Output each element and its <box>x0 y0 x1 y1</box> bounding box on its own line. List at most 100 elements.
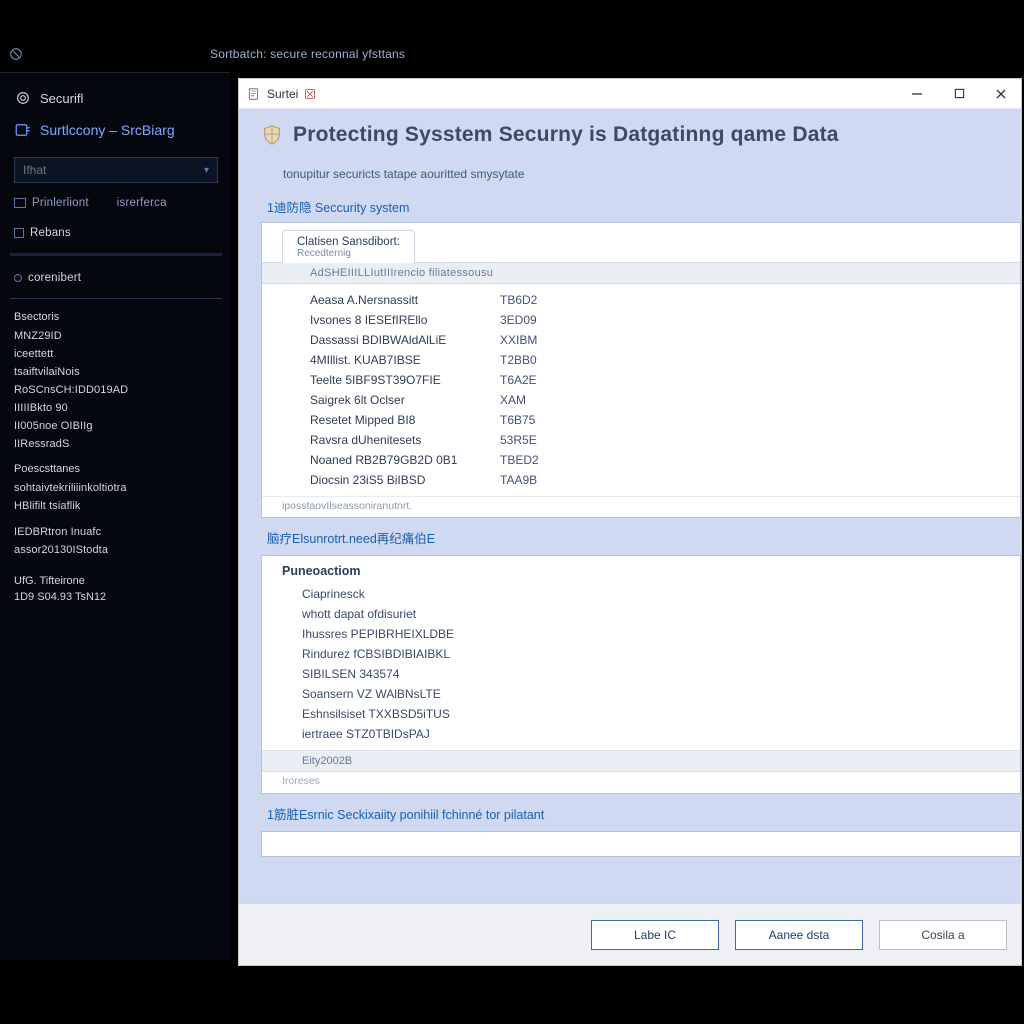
grid-header: AdSHEIIILLIutIIIrencio filiatessousu <box>262 262 1020 284</box>
row-value: XAM <box>500 393 526 407</box>
detail-line: Ciaprinesck <box>302 584 1010 604</box>
window-title: Surtei <box>267 87 298 101</box>
sidebar-meta-b: 1D9 S04.93 TsN12 <box>14 589 218 605</box>
sidebar-item-1-label: Rebans <box>30 227 71 239</box>
sidebar-item-2-label: corenibert <box>28 272 81 284</box>
grid-body: Aeasa A.NersnassittTB6D2Ivsones 8 IESEfI… <box>262 284 1020 496</box>
sidebar-group-a-head: Bsectoris <box>14 311 218 323</box>
section-2-head: Puneoactiom <box>262 556 1020 582</box>
sidebar-category[interactable]: Surtlccony – SrcBiarg <box>14 113 218 149</box>
section-1-footnote: iposstaovIlseassoniranutnrt. <box>262 496 1020 517</box>
table-row: Saigrek 6lt OclserXAM <box>310 390 1010 410</box>
sidebar-list-item[interactable]: IEDBRtron Inuafc <box>14 523 218 541</box>
table-row: Ravsra dUhenitesets53R5E <box>310 430 1010 450</box>
row-value: TBED2 <box>500 453 539 467</box>
category-icon <box>14 121 32 139</box>
sidebar-meta-a: UfG. Tifteirone <box>14 573 218 589</box>
table-row: Aeasa A.NersnassittTB6D2 <box>310 290 1010 310</box>
button-a-label: Labe IC <box>634 928 676 942</box>
window-icon <box>247 87 261 101</box>
button-b[interactable]: Aanee dsta <box>735 920 863 950</box>
shield-icon <box>14 89 32 107</box>
sidebar-list-item[interactable]: II005noe OIBIIg <box>14 417 218 435</box>
row-value: 53R5E <box>500 433 537 447</box>
tab-label: Clatisen Sansdibort: <box>297 236 400 248</box>
sidebar-list-item[interactable]: HBlifilt tsiaflik <box>14 497 218 515</box>
table-row: Diocsin 23iS5 BiIBSDTAA9B <box>310 470 1010 490</box>
sidebar-list-item[interactable]: assor20130IStodta <box>14 541 218 559</box>
section-3-link[interactable]: 1筋脏Esrnic Seckixaiity ponihiil fchinné t… <box>267 804 1021 823</box>
row-key: Dassassi BDIBWAldAlLiE <box>310 333 500 347</box>
app-header: Sortbatch: secure reconnal yfsttans <box>0 40 1024 68</box>
close-button[interactable] <box>989 84 1013 104</box>
sidebar-meta: UfG. Tifteirone 1D9 S04.93 TsN12 <box>14 573 218 605</box>
sidebar-search[interactable]: ▾ <box>14 157 218 183</box>
content-area: Protecting Sysstem Securny is Datgatinng… <box>239 109 1021 965</box>
node-icon <box>14 274 22 282</box>
list-icon <box>14 198 26 208</box>
sidebar-list-item[interactable]: sohtaivtekriliiinkoltiotra <box>14 479 218 497</box>
sidebar-separator-2 <box>10 298 222 299</box>
detail-line: Soansern VZ WAlBNsLTE <box>302 684 1010 704</box>
row-key: Teelte 5IBF9ST39O7FIE <box>310 373 500 387</box>
button-b-label: Aanee dsta <box>769 928 830 942</box>
table-row: Resetet Mipped BI8T6B75 <box>310 410 1010 430</box>
sidebar-link-a[interactable]: Prinlerliont <box>14 193 89 213</box>
app-header-title: Sortbatch: secure reconnal yfsttans <box>210 47 405 61</box>
chevron-down-icon[interactable]: ▾ <box>204 165 209 176</box>
sidebar-list-item[interactable]: IIRessradS <box>14 435 218 453</box>
row-key: Resetet Mipped BI8 <box>310 413 500 427</box>
sidebar-link-b[interactable]: isrerferca <box>117 193 167 213</box>
search-input[interactable] <box>23 163 163 177</box>
sidebar-link-a-label: Prinlerliont <box>32 197 89 209</box>
table-row: Ivsones 8 IESEfIREllo3ED09 <box>310 310 1010 330</box>
row-value: TAA9B <box>500 473 537 487</box>
row-value: TB6D2 <box>500 293 537 307</box>
table-row: Noaned RB2B79GB2D 0B1TBED2 <box>310 450 1010 470</box>
detail-line: iertraee STZ0TBIDsPAJ <box>302 724 1010 744</box>
table-row: Dassassi BDIBWAldAlLiEXXIBM <box>310 330 1010 350</box>
sidebar-list-item[interactable]: RoSCnsCH:IDD019AD <box>14 381 218 399</box>
row-key: 4MIllist. KUAB7IBSE <box>310 353 500 367</box>
maximize-button[interactable] <box>947 84 971 104</box>
detail-line: SIBILSEN 343574 <box>302 664 1010 684</box>
detail-line: Ihussres PEPIBRHEIXLDBE <box>302 624 1010 644</box>
app-icon <box>8 46 24 62</box>
page-title: Protecting Sysstem Securny is Datgatinng… <box>293 123 839 147</box>
row-key: Diocsin 23iS5 BiIBSD <box>310 473 500 487</box>
sidebar-group-b-head: Poescsttanes <box>14 463 218 475</box>
row-key: Noaned RB2B79GB2D 0B1 <box>310 453 500 467</box>
button-a[interactable]: Labe IC <box>591 920 719 950</box>
security-shield-icon <box>261 124 283 146</box>
sidebar-top-label: Securifl <box>40 91 83 106</box>
detail-line: Rindurez fCBSIBDIBIAIBKL <box>302 644 1010 664</box>
row-key: Aeasa A.Nersnassitt <box>310 293 500 307</box>
grid-icon <box>14 228 24 238</box>
minimize-button[interactable] <box>905 84 929 104</box>
row-value: T6B75 <box>500 413 535 427</box>
table-row: 4MIllist. KUAB7IBSET2BB0 <box>310 350 1010 370</box>
section-2-footnote: Iroreses <box>262 772 1020 793</box>
sidebar-item-2[interactable]: corenibert <box>14 268 218 288</box>
section-2-link[interactable]: 脑疗Elsunrotrt.need再纪痛伯E <box>267 528 1021 547</box>
sidebar-list-item[interactable]: MNZ29ID <box>14 327 218 345</box>
row-value: XXIBM <box>500 333 537 347</box>
warning-icon <box>304 88 316 100</box>
titlebar: Surtei <box>239 79 1021 109</box>
sidebar-list-item[interactable]: IIIIIBkto 90 <box>14 399 218 417</box>
tab-sublabel: Recedternig <box>297 249 400 259</box>
tab-active[interactable]: Clatisen Sansdibort: Recedternig <box>282 230 415 263</box>
row-key: Ivsones 8 IESEfIREllo <box>310 313 500 327</box>
sidebar-item-1[interactable]: Rebans <box>14 223 218 243</box>
sidebar-top[interactable]: Securifl <box>14 83 218 113</box>
button-c[interactable]: Cosila a <box>879 920 1007 950</box>
section-1-link[interactable]: 1迪防隐 Seccurity system <box>267 197 1021 216</box>
row-value: T6A2E <box>500 373 537 387</box>
row-key: Saigrek 6lt Oclser <box>310 393 500 407</box>
sidebar-separator <box>10 253 222 256</box>
section-2-panel: Puneoactiom Ciaprinesckwhott dapat ofdis… <box>261 555 1021 794</box>
sidebar-list-item[interactable]: tsaiftvilaiNois <box>14 363 218 381</box>
section-1-panel: Clatisen Sansdibort: Recedternig AdSHEII… <box>261 222 1021 518</box>
row-key: Ravsra dUhenitesets <box>310 433 500 447</box>
sidebar-list-item[interactable]: iceettett <box>14 345 218 363</box>
